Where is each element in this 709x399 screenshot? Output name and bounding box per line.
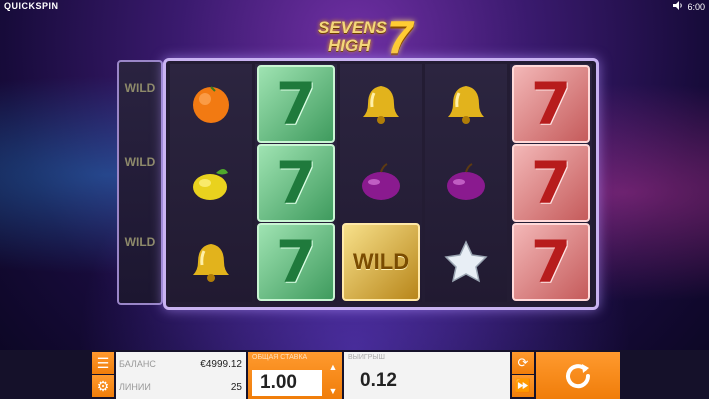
lines-value: 25 bbox=[230, 381, 242, 393]
logo-high: HIGH bbox=[328, 36, 371, 55]
clock-time: 6:00 bbox=[687, 1, 705, 12]
logo-sevens: SEVENS bbox=[318, 18, 387, 37]
seven-green-icon: 7 bbox=[257, 143, 335, 222]
reel-5: 7 7 7 bbox=[510, 64, 592, 302]
seven-red-icon: 7 bbox=[512, 222, 590, 301]
symbol-lemon bbox=[170, 143, 252, 222]
balance-panel: БАЛАНС €4999.12 ЛИНИИ 25 bbox=[116, 352, 246, 399]
seven-red-icon: 7 bbox=[512, 143, 590, 222]
symbol-bell bbox=[170, 222, 252, 301]
seven-green-icon: 7 bbox=[257, 222, 335, 301]
bet-increase-icon[interactable]: ▲ bbox=[329, 362, 338, 372]
bet-label: ОБЩАЯ СТАВКА bbox=[252, 354, 308, 361]
symbol-star bbox=[425, 222, 507, 301]
game-logo: SEVENS HIGH 7 bbox=[310, 11, 440, 63]
bet-panel: ОБЩАЯ СТАВКА 1.00 ▲ ▼ bbox=[248, 352, 342, 399]
seven-red-icon: 7 bbox=[512, 64, 590, 143]
plum-icon bbox=[443, 160, 489, 206]
symbol-seven-green: 7 bbox=[255, 143, 337, 222]
balance-value: €4999.12 bbox=[200, 358, 242, 370]
symbol-orange bbox=[170, 64, 252, 143]
status-area: 6:00 bbox=[673, 1, 705, 12]
symbol-plum bbox=[425, 143, 507, 222]
balance-row: БАЛАНС €4999.12 bbox=[119, 354, 242, 374]
bell-icon bbox=[443, 81, 489, 127]
side-wild-3: WILD bbox=[124, 235, 156, 249]
fast-play-button[interactable]: ⏩ bbox=[512, 375, 534, 397]
spin-button[interactable] bbox=[536, 352, 620, 399]
bet-decrease-icon[interactable]: ▼ bbox=[329, 386, 338, 396]
reel-4 bbox=[425, 64, 507, 302]
lemon-icon bbox=[188, 160, 234, 206]
side-wild-1: WILD bbox=[124, 81, 156, 95]
speaker-icon[interactable] bbox=[673, 1, 683, 12]
fast-forward-icon: ⏩ bbox=[514, 378, 532, 393]
spin-icon bbox=[566, 363, 591, 388]
symbol-seven-red: 7 bbox=[510, 143, 592, 222]
wild-gold-icon: WILD bbox=[342, 222, 420, 301]
logo-seven: 7 bbox=[387, 11, 413, 63]
symbol-bell bbox=[425, 64, 507, 143]
settings-button[interactable]: ⚙ bbox=[92, 375, 114, 397]
bet-stepper: ▲ ▼ bbox=[326, 362, 340, 396]
reel-3: WILD bbox=[340, 64, 422, 302]
win-value: 0.12 bbox=[360, 370, 397, 391]
win-panel: ВЫИГРЫШ 0.12 bbox=[344, 352, 510, 399]
orange-icon bbox=[188, 81, 234, 127]
symbol-bell bbox=[340, 64, 422, 143]
side-wild-2: WILD bbox=[124, 155, 156, 169]
brand-label: QUICKSPIN bbox=[4, 1, 59, 11]
symbol-seven-green: 7 bbox=[255, 64, 337, 143]
reel-1 bbox=[170, 64, 252, 302]
bell-icon bbox=[188, 239, 234, 285]
reel-2: 7 7 7 bbox=[255, 64, 337, 302]
bell-icon bbox=[358, 81, 404, 127]
menu-icon: ☰ bbox=[96, 354, 110, 371]
lines-label: ЛИНИИ bbox=[119, 382, 151, 392]
symbol-seven-red: 7 bbox=[510, 222, 592, 301]
side-wild-reel: WILD WILD WILD bbox=[117, 60, 163, 305]
bet-value[interactable]: 1.00 bbox=[252, 370, 322, 396]
seven-green-icon: 7 bbox=[257, 64, 335, 143]
autoplay-icon: ⟳ bbox=[517, 355, 529, 370]
gear-icon: ⚙ bbox=[96, 377, 110, 394]
balance-label: БАЛАНС bbox=[119, 359, 156, 369]
plum-icon bbox=[358, 160, 404, 206]
reel-area: 7 7 7 WILD 7 7 7 bbox=[163, 58, 599, 310]
menu-button[interactable]: ☰ bbox=[92, 352, 114, 374]
autoplay-button[interactable]: ⟳ bbox=[512, 352, 534, 374]
symbol-seven-green: 7 bbox=[255, 222, 337, 301]
symbol-wild: WILD bbox=[340, 222, 422, 301]
symbol-plum bbox=[340, 143, 422, 222]
star-icon bbox=[443, 239, 489, 285]
lines-row: ЛИНИИ 25 bbox=[119, 377, 242, 397]
symbol-seven-red: 7 bbox=[510, 64, 592, 143]
win-label: ВЫИГРЫШ bbox=[348, 354, 385, 361]
